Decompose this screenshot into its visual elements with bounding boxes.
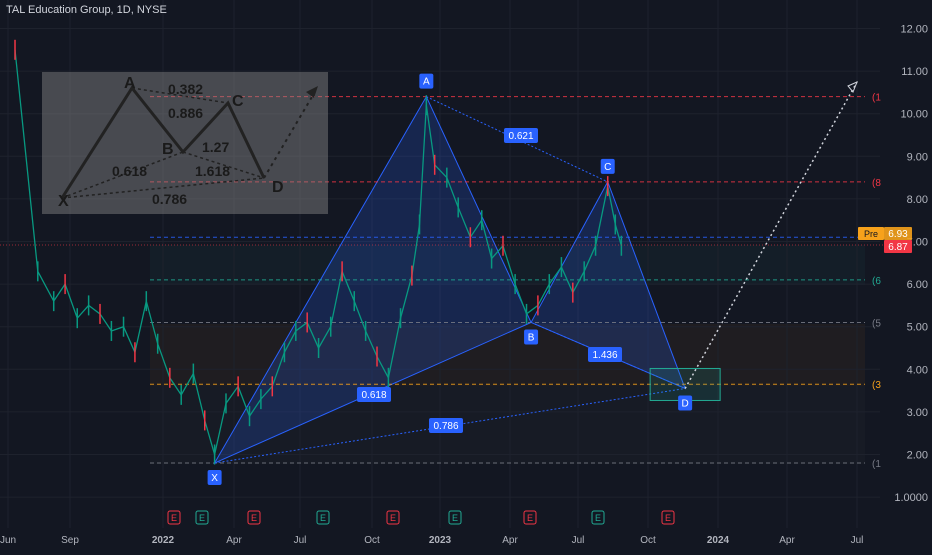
y-tick-label: 1.0000 (894, 492, 928, 504)
earnings-label: E (199, 513, 205, 523)
level-label: (1 (872, 459, 881, 470)
y-tick-label: 5.00 (907, 322, 928, 334)
x-tick-label: 2024 (707, 535, 730, 546)
inset-point-label: B (162, 141, 174, 158)
inset-ratio-label: 0.382 (168, 81, 203, 97)
inset-ratio-label: 1.27 (202, 139, 229, 155)
chart: (1 (8 (6 (5 (3 (1 X A B C D 0.618 0.621 1.436 0.786 A C B… (0, 0, 932, 550)
ratio-label: 0.621 (508, 131, 533, 142)
x-tick-label: Jul (851, 535, 864, 546)
y-tick-label: 11.00 (901, 66, 928, 78)
last-price-value: 6.87 (888, 242, 908, 253)
x-tick-label: 2023 (429, 535, 452, 546)
inset-point-label: X (58, 193, 69, 210)
x-tick-label: Apr (502, 535, 518, 546)
x-tick-label: Jun (0, 535, 16, 546)
inset-ratio-label: 0.786 (152, 191, 187, 207)
inset-ratio-label: 0.886 (168, 105, 203, 121)
x-tick-label: Jul (572, 535, 585, 546)
inset-ratio-label: 1.618 (195, 163, 230, 179)
earnings-label: E (171, 513, 177, 523)
earnings-label: E (251, 513, 257, 523)
level-label: (1 (872, 93, 881, 104)
earnings-label: E (390, 513, 396, 523)
x-tick-label: Sep (61, 535, 79, 546)
x-tick-label: Apr (779, 535, 795, 546)
earnings-label: E (527, 513, 533, 523)
level-label: (6 (872, 276, 881, 287)
y-tick-label: 12.00 (900, 24, 928, 36)
inset-ratio-label: 0.618 (112, 163, 147, 179)
pattern-point-label: D (682, 398, 689, 409)
inset-point-label: A (124, 75, 136, 92)
level-label: (3 (872, 380, 881, 391)
ratio-label: 0.618 (361, 390, 386, 401)
y-tick-label: 10.00 (900, 109, 928, 121)
level-label: (5 (872, 318, 881, 329)
chart-svg: (1 (8 (6 (5 (3 (1 X A B C D 0.618 0.621 1.436 0.786 A C B… (0, 0, 928, 546)
y-tick-label: 9.00 (907, 151, 928, 163)
pre-value: 6.93 (888, 229, 908, 240)
ratio-label: 1.436 (592, 350, 617, 361)
chart-title: TAL Education Group, 1D, NYSE (6, 4, 167, 16)
earnings-label: E (595, 513, 601, 523)
pre-label: Pre (864, 229, 878, 239)
earnings-label: E (320, 513, 326, 523)
inset-point-label: C (232, 93, 244, 110)
pattern-point-label: A (423, 77, 430, 88)
earnings-label: E (665, 513, 671, 523)
y-tick-label: 4.00 (907, 364, 928, 376)
x-tick-label: 2022 (152, 535, 175, 546)
pattern-point-label: C (604, 162, 611, 173)
earnings-label: E (452, 513, 458, 523)
x-tick-label: Oct (364, 535, 380, 546)
x-tick-label: Jul (294, 535, 307, 546)
x-tick-label: Oct (640, 535, 656, 546)
pattern-point-label: X (211, 473, 218, 484)
y-tick-label: 8.00 (907, 194, 928, 206)
x-tick-label: Apr (226, 535, 242, 546)
level-label: (8 (872, 178, 881, 189)
inset-point-label: D (272, 179, 284, 196)
y-tick-label: 6.00 (907, 279, 928, 291)
y-tick-label: 3.00 (907, 407, 928, 419)
inset-diagram: A C B X D 0.382 0.886 1.27 0.618 1.618 0.786 (42, 72, 328, 214)
y-tick-label: 2.00 (907, 450, 928, 462)
pattern-point-label: B (528, 332, 535, 343)
ratio-label: 0.786 (433, 421, 458, 432)
